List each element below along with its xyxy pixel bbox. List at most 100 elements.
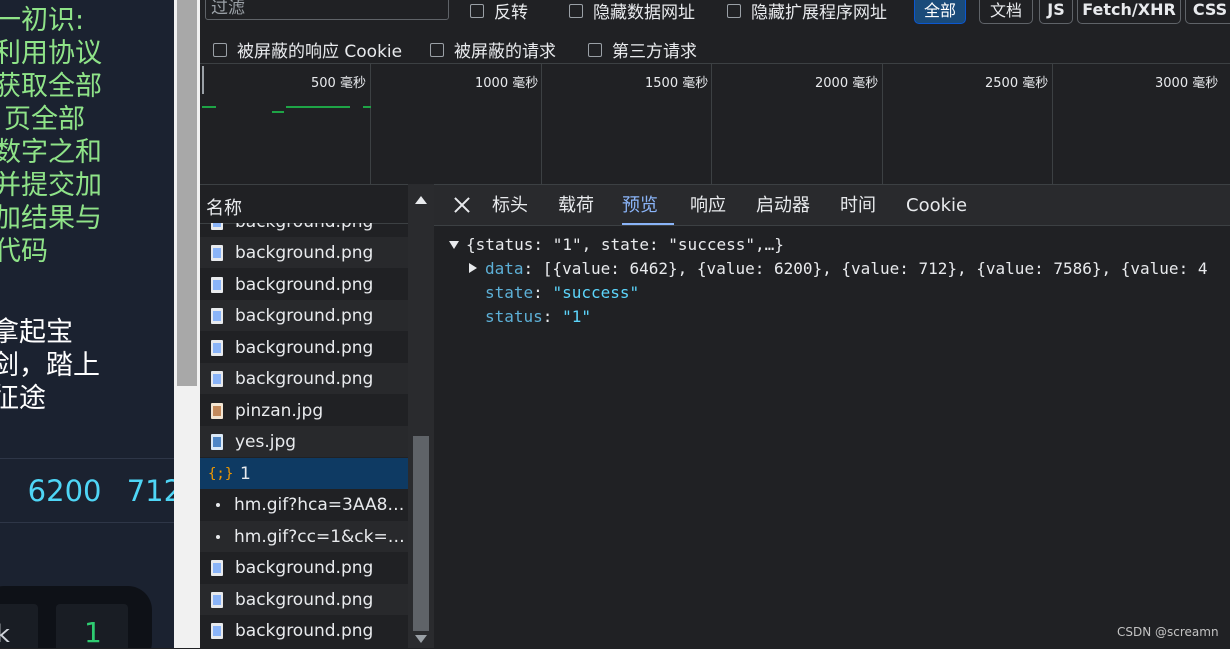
dot-icon	[216, 502, 220, 507]
json-key: data	[485, 259, 524, 278]
request-row-selected[interactable]: {;} 1	[200, 458, 408, 489]
name-column-title: 名称	[206, 198, 242, 219]
detail-tab-bar: 标头 载荷 预览 响应 启动器 时间 Cookie	[434, 185, 1230, 226]
tab-initiator[interactable]: 启动器	[756, 185, 810, 225]
challenge-description: 一初识: 利用协议 获取全部 页全部 数字之和 并提交加 加结果与 代码	[0, 4, 174, 268]
divider	[0, 522, 174, 523]
request-row[interactable]: yes.jpg	[200, 426, 408, 457]
tab-cookies[interactable]: Cookie	[906, 185, 967, 225]
motto-text: 拿起宝 剑，踏上 征途	[0, 316, 100, 415]
checkbox-box[interactable]	[213, 42, 227, 57]
image-file-icon	[211, 276, 223, 293]
request-name: 1	[240, 463, 251, 484]
third-party-requests-checkbox[interactable]: 第三方请求	[588, 37, 697, 62]
request-row[interactable]: hm.gif?hca=3AA8F...	[200, 489, 408, 520]
image-file-icon	[211, 622, 223, 639]
image-file-icon	[211, 307, 223, 324]
timeline-request-bar	[286, 106, 350, 108]
tab-preview[interactable]: 预览	[622, 185, 674, 225]
motto-line: 拿起宝	[0, 317, 73, 348]
checkbox-box[interactable]	[727, 3, 741, 18]
hide-extension-urls-checkbox[interactable]: 隐藏扩展程序网址	[727, 0, 887, 23]
description-line: 获取全部	[0, 71, 102, 102]
checkbox-box[interactable]	[470, 3, 484, 18]
filter-all-button[interactable]: 全部	[914, 0, 966, 24]
request-row[interactable]: hm.gif?cc=1&ck=1...	[200, 521, 408, 552]
network-overview-timeline[interactable]: 500 毫秒 1000 毫秒 1500 毫秒 2000 毫秒 2500 毫秒 3…	[200, 63, 1230, 185]
request-row[interactable]: background.png	[200, 300, 408, 331]
description-line: 利用协议	[0, 38, 102, 69]
timeline-gridline	[1052, 64, 1053, 185]
description-line: 并提交加	[0, 170, 102, 201]
checkbox-box[interactable]	[588, 42, 602, 57]
description-line: 一初识:	[0, 5, 85, 36]
filter-input[interactable]: 过滤	[205, 0, 449, 20]
timeline-start-marker	[202, 66, 204, 94]
timeline-request-bar	[272, 111, 284, 113]
checkbox-label: 被屏蔽的响应 Cookie	[237, 42, 403, 62]
tab-timing[interactable]: 时间	[840, 185, 876, 225]
checkbox-label: 隐藏数据网址	[593, 3, 695, 23]
request-detail-pane: 标头 载荷 预览 响应 启动器 时间 Cookie {status: "1", …	[434, 184, 1230, 649]
request-name: background.png	[235, 274, 374, 295]
request-row[interactable]: background.png	[200, 223, 408, 237]
page-scrollbar[interactable]	[174, 0, 200, 648]
checkbox-label: 被屏蔽的请求	[454, 42, 556, 62]
filter-toolbar: 过滤 反转 隐藏数据网址 隐藏扩展程序网址 全部 文档 JS Fetch/XHR…	[200, 0, 1230, 28]
checkbox-box[interactable]	[569, 3, 583, 18]
request-name: hm.gif?hca=3AA8F...	[234, 494, 408, 515]
timeline-gridline	[541, 64, 542, 185]
request-list-scrollbar[interactable]	[408, 184, 434, 648]
request-name: hm.gif?cc=1&ck=1...	[234, 526, 408, 547]
filter-js-button[interactable]: JS	[1039, 0, 1073, 24]
filter-doc-button[interactable]: 文档	[979, 0, 1033, 24]
request-row[interactable]: background.png	[200, 363, 408, 394]
blocked-response-cookies-checkbox[interactable]: 被屏蔽的响应 Cookie	[213, 37, 402, 62]
request-row[interactable]: background.png	[200, 332, 408, 363]
devtools-network-panel: 过滤 反转 隐藏数据网址 隐藏扩展程序网址 全部 文档 JS Fetch/XHR…	[200, 0, 1230, 649]
request-row[interactable]: background.png	[200, 237, 408, 268]
request-name: background.png	[235, 557, 374, 578]
tab-response[interactable]: 响应	[690, 185, 726, 225]
request-row[interactable]: background.png	[200, 552, 408, 583]
image-file-icon	[211, 223, 223, 230]
image-file-icon	[211, 559, 223, 576]
hide-data-urls-checkbox[interactable]: 隐藏数据网址	[569, 0, 695, 23]
collapsed-triangle-icon[interactable]	[469, 263, 477, 273]
request-name: background.png	[235, 305, 374, 326]
request-row[interactable]: background.png	[200, 615, 408, 646]
timeline-tick-label: 1000 毫秒	[475, 76, 539, 91]
filter-fetch-xhr-button[interactable]: Fetch/XHR	[1077, 0, 1181, 24]
number-value: 2	[0, 474, 2, 508]
expand-triangle-icon[interactable]	[449, 241, 459, 249]
timeline-request-bar	[363, 106, 371, 108]
json-value: "1"	[562, 307, 591, 326]
json-data-row[interactable]: data: [{value: 6462}, {value: 6200}, {va…	[485, 257, 1207, 281]
request-name: background.png	[235, 223, 373, 232]
request-row[interactable]: background.png	[200, 584, 408, 615]
invert-checkbox[interactable]: 反转	[470, 0, 528, 23]
request-name: pinzan.jpg	[235, 400, 324, 421]
request-row[interactable]: pinzan.jpg	[200, 395, 408, 426]
page-scrollbar-thumb[interactable]	[177, 0, 197, 386]
jpg-file-icon	[211, 402, 223, 419]
json-key: state	[485, 283, 534, 302]
checkbox-box[interactable]	[430, 42, 444, 57]
json-key: status	[485, 307, 543, 326]
scrollbar-thumb[interactable]	[413, 436, 429, 631]
request-name: background.png	[235, 337, 374, 358]
filter-css-button[interactable]: CSS	[1185, 0, 1230, 24]
json-root-summary[interactable]: {status: "1", state: "success",…}	[466, 233, 784, 257]
scroll-up-arrow-icon[interactable]	[415, 196, 427, 204]
close-icon[interactable]	[452, 195, 472, 215]
blocked-requests-checkbox[interactable]: 被屏蔽的请求	[430, 37, 556, 62]
tab-headers[interactable]: 标头	[492, 185, 528, 225]
number-value: 6200	[27, 474, 102, 508]
scroll-down-arrow-icon[interactable]	[415, 635, 427, 643]
request-row[interactable]: background.png	[200, 269, 408, 300]
json-state-row: state: "success"	[485, 283, 640, 302]
dot-icon	[216, 534, 220, 539]
tab-payload[interactable]: 载荷	[558, 185, 594, 225]
name-column-header[interactable]: 名称	[200, 185, 408, 224]
json-status-row: status: "1"	[485, 307, 591, 326]
